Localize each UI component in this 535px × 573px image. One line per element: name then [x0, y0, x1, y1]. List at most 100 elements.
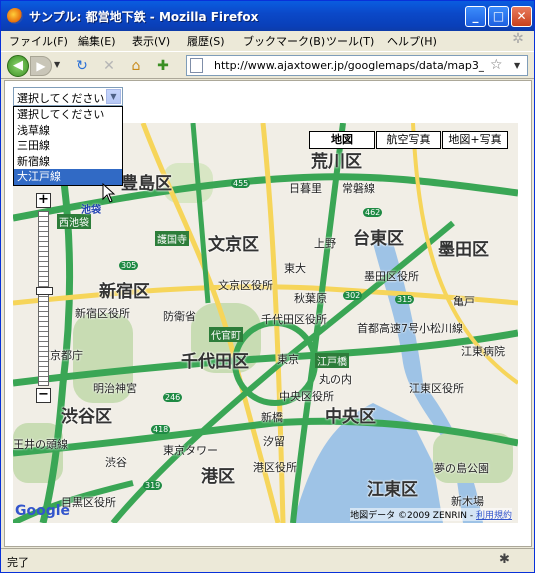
station-label: 代官町: [209, 327, 243, 342]
zoom-slider[interactable]: [36, 211, 53, 386]
place-label: 日暮里: [289, 182, 322, 195]
menu-view[interactable]: 表示(V): [132, 33, 170, 49]
title-bar: サンプル: 都営地下鉄 - Mozilla Firefox _ □ ✕: [1, 1, 534, 31]
menu-help[interactable]: ヘルプ(H): [387, 33, 437, 49]
line-select[interactable]: 選択してください ▼: [13, 87, 123, 106]
menu-bar: ファイル(F) 編集(E) 表示(V) 履歴(S) ブックマーク(B) ツール(…: [1, 31, 534, 50]
home-icon[interactable]: ⌂: [127, 57, 145, 75]
place-label: 墨田区役所: [364, 270, 419, 283]
navigation-toolbar: ◀ ▶ ▼ ↻ ✕ ⌂ ✚ http://www.ajaxtower.jp/go…: [1, 51, 534, 79]
route-number: 455: [231, 179, 251, 188]
option-mita[interactable]: 三田線: [14, 138, 122, 154]
place-label: 新橋: [261, 411, 283, 424]
map-copyright: 地図データ ©2009 ZENRIN - 利用規約: [350, 508, 512, 521]
menu-file[interactable]: ファイル(F): [9, 33, 68, 49]
url-text[interactable]: http://www.ajaxtower.jp/googlemaps/data/…: [214, 59, 484, 72]
place-label: 港区役所: [253, 461, 297, 474]
place-label: 東京: [277, 353, 299, 366]
reload-icon[interactable]: ↻: [73, 57, 91, 75]
place-label: 江東区役所: [409, 382, 464, 395]
google-logo-text: Google: [15, 503, 71, 519]
place-label: 江東病院: [461, 345, 505, 358]
place-label: 常磐線: [342, 182, 375, 195]
place-label: 防衛省: [163, 310, 196, 323]
place-label: 中央区役所: [279, 390, 334, 403]
map-type-hybrid-button[interactable]: 地図+写真: [442, 131, 508, 149]
route-number: 246: [163, 393, 183, 402]
route-number: 319: [143, 481, 163, 490]
station-label: 池袋: [81, 205, 101, 216]
map-type-satellite-button[interactable]: 航空写真: [376, 131, 441, 149]
ward-label: 文京区: [208, 235, 259, 255]
place-label: 千代田区役所: [261, 313, 327, 326]
place-label: 新木場: [451, 495, 484, 508]
ward-label: 豊島区: [121, 174, 172, 194]
mouse-cursor-icon: [102, 183, 116, 203]
bug-icon[interactable]: ✱: [499, 552, 510, 567]
bookmark-star-icon[interactable]: ☆: [490, 57, 503, 73]
url-bar[interactable]: http://www.ajaxtower.jp/googlemaps/data/…: [186, 55, 528, 76]
stop-icon[interactable]: ✕: [100, 57, 118, 75]
addon-icon[interactable]: ✚: [154, 57, 172, 75]
option-placeholder[interactable]: 選択してください: [14, 107, 122, 123]
browser-window: サンプル: 都営地下鉄 - Mozilla Firefox _ □ ✕ ファイル…: [0, 0, 535, 573]
minimize-button[interactable]: _: [465, 6, 486, 27]
route-number: 418: [151, 425, 171, 434]
line-select-value: 選択してください: [17, 92, 105, 105]
place-label: 東大: [284, 262, 306, 275]
firefox-icon: [7, 8, 23, 24]
zoom-out-button[interactable]: −: [36, 388, 51, 403]
back-button[interactable]: ◀: [7, 55, 29, 77]
place-label: 汐留: [263, 435, 285, 448]
ward-label: 千代田区: [181, 352, 249, 372]
zoom-in-button[interactable]: +: [36, 193, 51, 208]
place-label: 夢の島公園: [434, 462, 489, 475]
throbber-icon: ✲: [512, 31, 524, 47]
terms-link[interactable]: 利用規約: [476, 511, 512, 521]
place-label: 亀戸: [453, 295, 475, 308]
option-asakusa[interactable]: 浅草線: [14, 123, 122, 139]
place-label: 首都高速7号小松川線: [357, 322, 463, 335]
place-label: 東京タワー: [163, 444, 218, 457]
route-number: 315: [395, 295, 415, 304]
menu-edit[interactable]: 編集(E): [78, 33, 116, 49]
ward-label: 渋谷区: [61, 407, 112, 427]
station-label: 江戸橋: [315, 353, 349, 368]
place-label: 新宿区役所: [75, 307, 130, 320]
copyright-text: 地図データ ©2009 ZENRIN -: [350, 511, 476, 521]
window-title: サンプル: 都営地下鉄 - Mozilla Firefox: [29, 10, 259, 24]
forward-button[interactable]: ▶: [30, 56, 52, 76]
status-text: 完了: [7, 556, 29, 569]
place-label: 王井の頭線: [13, 438, 68, 451]
place-label: 文京区役所: [218, 279, 273, 292]
maximize-button[interactable]: □: [488, 6, 509, 27]
line-select-dropdown: 選択してください 浅草線 三田線 新宿線 大江戸線: [13, 106, 123, 186]
place-label: 明治神宮: [93, 382, 137, 395]
close-button[interactable]: ✕: [511, 6, 532, 27]
menu-bookmarks[interactable]: ブックマーク(B): [243, 33, 325, 49]
menu-history[interactable]: 履歴(S): [187, 33, 225, 49]
ward-label: 台東区: [353, 229, 404, 249]
station-label: 西池袋: [57, 214, 91, 229]
zoom-slider-thumb[interactable]: [36, 287, 53, 295]
place-label: 秋葉原: [294, 292, 327, 305]
ward-label: 港区: [201, 467, 235, 487]
google-logo: Google: [15, 503, 70, 519]
history-dropdown-icon[interactable]: ▼: [54, 60, 60, 69]
page-content: 選択してください ▼ 選択してください 浅草線 三田線 新宿線 大江戸線 地図 …: [4, 80, 532, 547]
place-label: 渋谷: [105, 456, 127, 469]
map-type-map-button[interactable]: 地図: [309, 131, 375, 149]
status-bar: 完了 ✱: [1, 548, 534, 572]
url-dropdown-icon[interactable]: ▼: [514, 61, 520, 70]
place-label: 上野: [314, 237, 336, 250]
route-number: 305: [119, 261, 139, 270]
option-shinjuku[interactable]: 新宿線: [14, 154, 122, 170]
page-icon: [190, 58, 203, 73]
ward-label: 墨田区: [438, 240, 489, 260]
route-number: 302: [343, 291, 363, 300]
chevron-down-icon[interactable]: ▼: [106, 89, 121, 104]
menu-tools[interactable]: ツール(T): [326, 33, 374, 49]
route-number: 462: [363, 208, 383, 217]
station-label: 護国寺: [155, 231, 189, 246]
ward-label: 江東区: [367, 480, 418, 500]
